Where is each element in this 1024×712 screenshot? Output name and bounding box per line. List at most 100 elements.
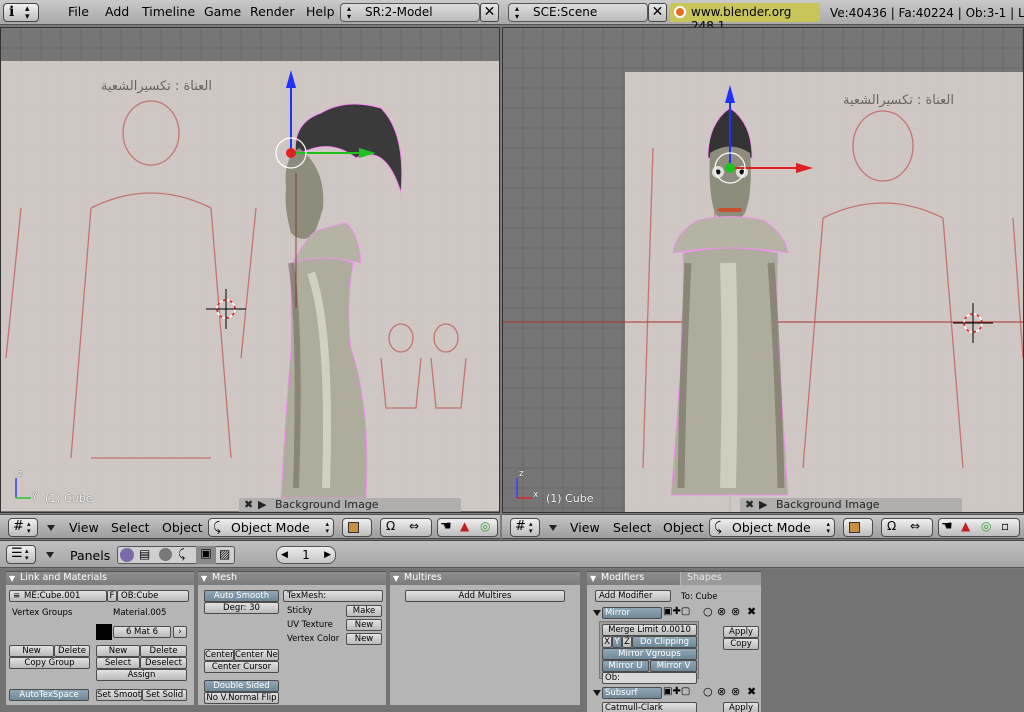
no-vnormal-flip-toggle[interactable]: No V.Normal Flip: [204, 692, 279, 704]
move-up-icon[interactable]: ⊗: [717, 685, 726, 698]
translate-icon[interactable]: ▲: [460, 519, 469, 533]
double-sided-toggle[interactable]: Double Sided: [204, 680, 279, 692]
menu-panels[interactable]: Panels: [70, 548, 110, 563]
editor-type-button[interactable]: ☰ ▴ ▾: [6, 545, 36, 564]
arrow-right-icon[interactable]: ▶: [324, 547, 331, 563]
triangle-right-icon[interactable]: ▶: [759, 498, 767, 512]
do-clipping-toggle[interactable]: Do Clipping: [632, 636, 697, 648]
modifier-visibility-icons[interactable]: ▣✚▢: [663, 686, 690, 697]
blender-url-badge[interactable]: www.blender.org 248.1: [670, 3, 820, 33]
mirror-apply-button[interactable]: Apply: [723, 626, 759, 638]
center-new-button[interactable]: Center New: [234, 649, 279, 661]
menu-view[interactable]: View: [69, 520, 99, 535]
arrow-left-icon[interactable]: ◀: [281, 547, 288, 563]
mirror-copy-button[interactable]: Copy: [723, 638, 759, 650]
add-multires-button[interactable]: Add Multires: [405, 590, 565, 602]
logic-icon[interactable]: [120, 548, 134, 562]
editor-type-button[interactable]: # ▴ ▾: [510, 518, 540, 537]
translate-icon[interactable]: ▲: [961, 519, 970, 533]
editing-icon[interactable]: ▣: [196, 546, 216, 564]
merge-limit-field[interactable]: Merge Limit 0.0010: [602, 624, 697, 636]
manipulator-buttons[interactable]: ☚ ▲ ◎: [437, 518, 498, 537]
triangle-down-icon[interactable]: [593, 690, 601, 696]
texmesh-field[interactable]: TexMesh:: [283, 590, 383, 602]
hand-icon[interactable]: ☚: [941, 519, 953, 534]
copy-group-button[interactable]: Copy Group: [9, 657, 90, 669]
collapse-triangle-icon[interactable]: [46, 552, 54, 558]
scale-icon[interactable]: ▫: [1001, 519, 1009, 533]
pivot-button[interactable]: Ω ⇔: [380, 518, 432, 537]
mode-selector[interactable]: ⤹ Object Mode ▴ ▾: [208, 518, 334, 537]
menu-object[interactable]: Object: [663, 520, 704, 535]
menu-select[interactable]: Select: [111, 520, 150, 535]
add-modifier-button[interactable]: Add Modifier: [595, 590, 671, 602]
frame-number-field[interactable]: ◀ 1 ▶: [276, 546, 336, 564]
menu-timeline[interactable]: Timeline: [142, 4, 195, 19]
axis-x-toggle[interactable]: X: [602, 636, 612, 648]
move-down-icon[interactable]: ⊗: [731, 605, 740, 618]
circle-icon[interactable]: ○: [703, 685, 713, 698]
menu-view[interactable]: View: [570, 520, 600, 535]
set-smooth-button[interactable]: Set Smooth: [96, 689, 142, 701]
autotexspace-toggle[interactable]: AutoTexSpace: [9, 689, 89, 701]
rotate-icon[interactable]: ◎: [480, 519, 490, 533]
viewport-left[interactable]: العناة : تكسيرالشعية z y (1) Cube ✖ ▶ Ba…: [0, 27, 500, 513]
material-deselect-button[interactable]: Deselect: [140, 657, 187, 669]
script-icon[interactable]: ▤: [139, 547, 150, 561]
editor-type-button[interactable]: # ▴ ▾: [8, 518, 38, 537]
scene-icon[interactable]: ▨: [219, 547, 230, 561]
menu-help[interactable]: Help: [306, 4, 335, 19]
material-assign-button[interactable]: Assign: [96, 669, 187, 681]
axis-y-toggle[interactable]: Y: [612, 636, 622, 648]
auto-smooth-toggle[interactable]: Auto Smooth: [204, 590, 279, 602]
triangle-down-icon[interactable]: ▼: [201, 574, 207, 583]
remove-modifier-icon[interactable]: ✖: [747, 605, 756, 618]
panel-title[interactable]: Mesh: [198, 572, 386, 585]
menu-game[interactable]: Game: [204, 4, 241, 19]
vgroup-new-button[interactable]: New: [9, 645, 54, 657]
material-new-button[interactable]: New: [96, 645, 140, 657]
collapse-triangle-icon[interactable]: [47, 525, 55, 531]
shading-icon[interactable]: [159, 548, 172, 561]
manipulator-buttons[interactable]: ☚ ▲ ◎ ▫: [938, 518, 1020, 537]
panel-title[interactable]: Multires: [390, 572, 580, 585]
tab-shapes[interactable]: Shapes: [681, 572, 761, 585]
collapse-triangle-icon[interactable]: [549, 525, 557, 531]
triangle-down-icon[interactable]: ▼: [590, 574, 596, 583]
material-select-button[interactable]: Select: [96, 657, 140, 669]
rotate-icon[interactable]: ◎: [981, 519, 991, 533]
object-icon[interactable]: ⤹: [178, 547, 185, 562]
material-delete-button[interactable]: Delete: [140, 645, 187, 657]
close-icon[interactable]: ✖: [745, 498, 754, 512]
mirror-modifier-name[interactable]: Mirror: [602, 607, 662, 619]
menu-object[interactable]: Object: [162, 520, 203, 535]
scene-selector[interactable]: ▴ ▾ SCE:Scene: [508, 3, 648, 22]
subsurf-type-select[interactable]: Catmull-Clark: [602, 702, 697, 712]
hand-icon[interactable]: ☚: [440, 519, 452, 534]
mesh-datablock-field[interactable]: ≡ ME:Cube.001: [9, 590, 107, 602]
move-down-icon[interactable]: ⊗: [731, 685, 740, 698]
material-slot-field[interactable]: 6 Mat 6: [113, 626, 171, 638]
background-image-panel[interactable]: ✖ ▶ Background Image: [239, 498, 461, 512]
viewport-right[interactable]: العناة : تكسيرالشعية z x (1) Cube ✖ ▶ Ba…: [502, 27, 1024, 513]
triangle-right-icon[interactable]: ▶: [258, 498, 266, 512]
menu-add[interactable]: Add: [105, 4, 129, 19]
panel-title[interactable]: Link and Materials: [6, 572, 194, 585]
mirror-vgroups-toggle[interactable]: Mirror Vgroups: [602, 648, 697, 660]
circle-icon[interactable]: ○: [703, 605, 713, 618]
pivot-button[interactable]: Ω ⇔: [881, 518, 933, 537]
draw-type-button[interactable]: [843, 518, 873, 537]
mode-selector[interactable]: ⤹ Object Mode ▴ ▾: [709, 518, 835, 537]
mirror-object-field[interactable]: Ob:: [602, 672, 697, 684]
subsurf-apply-button[interactable]: Apply: [723, 702, 759, 712]
context-buttons[interactable]: ▤ ⤹ ▣ ▨: [117, 546, 235, 564]
tab-modifiers[interactable]: Modifiers: [587, 572, 680, 585]
menu-file[interactable]: File: [68, 4, 89, 19]
axis-z-toggle[interactable]: Z: [622, 636, 632, 648]
center-button[interactable]: Center: [204, 649, 234, 661]
menu-select[interactable]: Select: [613, 520, 652, 535]
subsurf-modifier-name[interactable]: Subsurf: [602, 687, 662, 699]
vgroup-delete-button[interactable]: Delete: [54, 645, 90, 657]
triangle-down-icon[interactable]: ▼: [393, 574, 399, 583]
remove-modifier-icon[interactable]: ✖: [747, 685, 756, 698]
